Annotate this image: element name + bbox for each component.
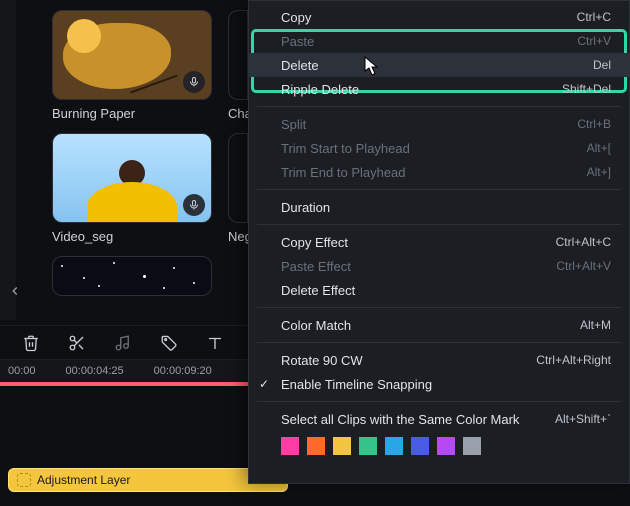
color-swatch-5[interactable]: [411, 437, 429, 455]
mouse-cursor-icon: [364, 56, 380, 76]
menu-item-duration[interactable]: Duration: [249, 195, 629, 219]
menu-item-label: Split: [281, 117, 577, 132]
menu-item-label: Enable Timeline Snapping: [281, 377, 611, 392]
media-thumbnail[interactable]: [52, 256, 212, 296]
media-item[interactable]: Video_seg: [52, 133, 212, 244]
media-thumbnail-cropped[interactable]: [228, 133, 248, 223]
menu-item-label: Delete Effect: [281, 283, 611, 298]
text-icon[interactable]: [206, 334, 224, 352]
media-label: Video_seg: [52, 229, 212, 244]
menu-item-label: Paste Effect: [281, 259, 556, 274]
menu-item-copy-effect[interactable]: Copy EffectCtrl+Alt+C: [249, 230, 629, 254]
menu-separator: [257, 401, 621, 402]
menu-item-label: Trim End to Playhead: [281, 165, 587, 180]
mic-icon: [183, 71, 205, 93]
tag-icon[interactable]: [160, 334, 178, 352]
collapse-panel-icon[interactable]: [4, 280, 26, 302]
menu-item-ripple-delete[interactable]: Ripple DeleteShift+Del: [249, 77, 629, 101]
adjustment-layer-icon: [17, 473, 31, 487]
context-menu: CopyCtrl+CPasteCtrl+VDeleteDelRipple Del…: [248, 0, 630, 484]
menu-item-shortcut: Ctrl+V: [577, 34, 611, 48]
color-swatch-2[interactable]: [333, 437, 351, 455]
gutter-slot: [0, 8, 16, 44]
menu-item-shortcut: Ctrl+Alt+C: [556, 235, 611, 249]
menu-separator: [257, 189, 621, 190]
menu-item-trim-start-to-playhead: Trim Start to PlayheadAlt+[: [249, 136, 629, 160]
menu-item-label: Trim Start to Playhead: [281, 141, 587, 156]
color-swatch-0[interactable]: [281, 437, 299, 455]
menu-item-label: Copy Effect: [281, 235, 556, 250]
menu-item-shortcut: Alt+]: [587, 165, 611, 179]
menu-item-label: Duration: [281, 200, 611, 215]
menu-item-shortcut: Ctrl+Alt+V: [556, 259, 611, 273]
media-item[interactable]: Burning Paper: [52, 10, 212, 121]
menu-item-shortcut: Alt+[: [587, 141, 611, 155]
menu-item-shortcut: Ctrl+B: [577, 117, 611, 131]
menu-separator: [257, 307, 621, 308]
menu-item-shortcut: Ctrl+Alt+Right: [536, 353, 611, 367]
color-swatch-4[interactable]: [385, 437, 403, 455]
menu-item-enable-timeline-snapping[interactable]: ✓ Enable Timeline Snapping: [249, 372, 629, 396]
left-tab-gutter: [0, 0, 16, 320]
media-thumbnail[interactable]: [52, 133, 212, 223]
menu-item-color-match[interactable]: Color MatchAlt+M: [249, 313, 629, 337]
adjustment-layer-clip[interactable]: Adjustment Layer: [8, 468, 288, 492]
menu-item-label: Color Match: [281, 318, 580, 333]
menu-separator: [257, 224, 621, 225]
menu-item-label: Delete: [281, 58, 593, 73]
menu-item-paste: PasteCtrl+V: [249, 29, 629, 53]
menu-item-trim-end-to-playhead: Trim End to PlayheadAlt+]: [249, 160, 629, 184]
clip-label: Adjustment Layer: [37, 473, 130, 487]
menu-item-shortcut: Alt+Shift+`: [555, 412, 611, 426]
color-swatch-6[interactable]: [437, 437, 455, 455]
menu-item-label: Rotate 90 CW: [281, 353, 536, 368]
media-thumbnail-cropped[interactable]: [228, 10, 248, 100]
timecode: 00:00: [8, 365, 36, 377]
trash-icon[interactable]: [22, 334, 40, 352]
mic-icon: [183, 194, 205, 216]
music-note-icon[interactable]: [114, 334, 132, 352]
menu-item-label: Paste: [281, 34, 577, 49]
menu-separator: [257, 342, 621, 343]
menu-item-copy[interactable]: CopyCtrl+C: [249, 5, 629, 29]
media-label: Burning Paper: [52, 106, 212, 121]
menu-item-label: Select all Clips with the Same Color Mar…: [281, 412, 555, 427]
color-mark-row: [249, 431, 629, 459]
menu-item-label: Ripple Delete: [281, 82, 562, 97]
menu-item-paste-effect: Paste EffectCtrl+Alt+V: [249, 254, 629, 278]
menu-item-shortcut: Alt+M: [580, 318, 611, 332]
media-item[interactable]: [52, 256, 212, 296]
menu-item-label: Copy: [281, 10, 577, 25]
menu-item-delete-effect[interactable]: Delete Effect: [249, 278, 629, 302]
scissors-icon[interactable]: [68, 334, 86, 352]
menu-item-shortcut: Ctrl+C: [577, 10, 611, 24]
menu-item-split: SplitCtrl+B: [249, 112, 629, 136]
color-swatch-7[interactable]: [463, 437, 481, 455]
menu-separator: [257, 106, 621, 107]
menu-item-select-all-clips-with-the-same-color-mark[interactable]: Select all Clips with the Same Color Mar…: [249, 407, 629, 431]
menu-item-delete[interactable]: DeleteDel: [249, 53, 629, 77]
menu-item-shortcut: Del: [593, 58, 611, 72]
media-thumbnail[interactable]: [52, 10, 212, 100]
menu-item-shortcut: Shift+Del: [562, 82, 611, 96]
color-swatch-3[interactable]: [359, 437, 377, 455]
color-swatch-1[interactable]: [307, 437, 325, 455]
timecode: 00:00:04:25: [66, 365, 124, 377]
menu-item-rotate-90-cw[interactable]: Rotate 90 CWCtrl+Alt+Right: [249, 348, 629, 372]
timecode: 00:00:09:20: [154, 365, 212, 377]
checkmark-icon: ✓: [259, 377, 269, 391]
